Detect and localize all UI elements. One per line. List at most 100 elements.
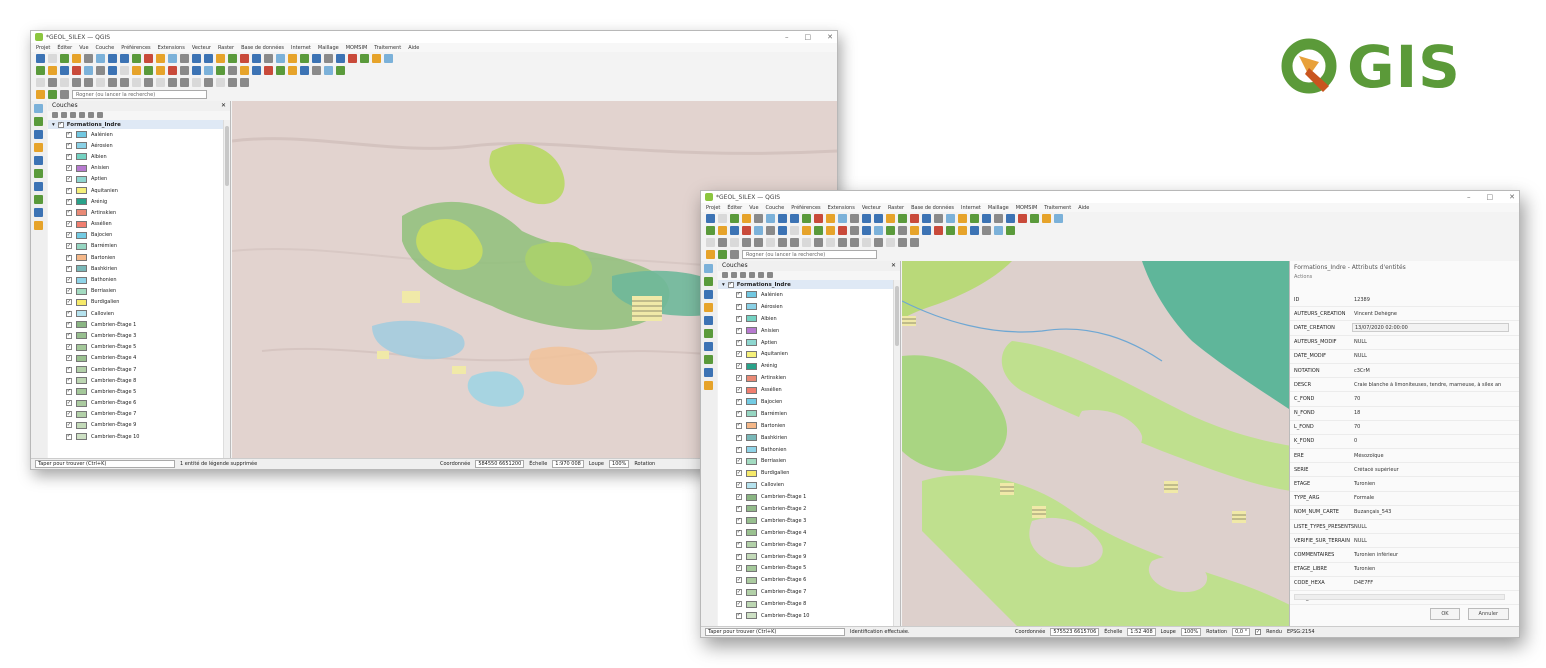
layer-checkbox[interactable]: ✓	[66, 400, 72, 407]
add-vector-layer-icon[interactable]	[34, 104, 43, 113]
cancel-button[interactable]: Annuler	[1467, 608, 1509, 620]
rotation-field[interactable]: 0,0 °	[1232, 628, 1251, 636]
attributes-hscrollbar[interactable]	[1294, 594, 1505, 600]
toolbar-button-icon[interactable]	[36, 77, 45, 87]
layer-checkbox[interactable]: ✓	[66, 411, 72, 418]
search-input[interactable]: Rogner (ou lancer la recherche)	[72, 89, 207, 99]
toolbar-button-icon[interactable]	[994, 225, 1003, 235]
toolbar-button-icon[interactable]	[814, 225, 823, 235]
layer-checkbox[interactable]: ✓	[736, 458, 742, 465]
toolbar-button-icon[interactable]	[132, 53, 141, 63]
layer-checkbox[interactable]: ✓	[736, 375, 742, 382]
map-canvas[interactable]	[902, 261, 1289, 626]
toolbar-button-icon[interactable]	[910, 213, 919, 223]
layer-item[interactable]: ✓ Aérosien	[718, 301, 900, 313]
menu-item[interactable]: Couche	[766, 205, 785, 211]
coordinate-field[interactable]: 575523 6615706	[1050, 628, 1100, 636]
menu-item[interactable]: Projet	[36, 45, 50, 51]
layer-checkbox[interactable]: ✓	[66, 165, 72, 172]
toolbar-button-icon[interactable]	[132, 65, 141, 75]
toolbar-button-icon[interactable]	[108, 65, 117, 75]
layer-item[interactable]: ✓ Anisien	[48, 163, 230, 174]
toolbar-button-icon[interactable]	[862, 225, 871, 235]
toolbar-button-icon[interactable]	[276, 53, 285, 63]
attribute-value[interactable]: NULL	[1352, 538, 1519, 544]
toolbar-button-icon[interactable]	[790, 225, 799, 235]
toolbar-button-icon[interactable]	[108, 77, 117, 87]
toolbar-button-icon[interactable]	[120, 65, 129, 75]
toolbar-button-icon[interactable]	[264, 65, 273, 75]
menu-item[interactable]: Aide	[408, 45, 419, 51]
attribute-value[interactable]: 0	[1352, 438, 1519, 444]
toolbar-button-icon[interactable]	[192, 77, 201, 87]
toolbar-button-icon[interactable]	[718, 237, 727, 247]
toolbar-button-icon[interactable]	[706, 237, 715, 247]
layer-checkbox[interactable]: ✓	[66, 153, 72, 160]
toolbar-button-icon[interactable]	[60, 65, 69, 75]
toolbar-button-icon[interactable]	[1042, 213, 1051, 223]
minimize-icon[interactable]: –	[785, 33, 789, 41]
toolbar-button-icon[interactable]	[108, 53, 117, 63]
layer-item[interactable]: ✓ Cambrien-Étage 7	[48, 409, 230, 420]
layer-item[interactable]: ✓ Aérosien	[48, 140, 230, 151]
tools-icon[interactable]	[60, 89, 69, 99]
toolbar-button-icon[interactable]	[742, 237, 751, 247]
toolbar-button-icon[interactable]	[778, 213, 787, 223]
layer-item[interactable]: ✓ Callovien	[718, 479, 900, 491]
layer-item[interactable]: ✓ Aptien	[48, 174, 230, 185]
layer-checkbox[interactable]: ✓	[66, 377, 72, 384]
toolbar-button-icon[interactable]	[874, 213, 883, 223]
layer-item[interactable]: ✓ Bartonien	[718, 420, 900, 432]
layer-checkbox[interactable]: ✓	[736, 612, 742, 619]
toolbar-button-icon[interactable]	[898, 237, 907, 247]
layer-checkbox[interactable]: ✓	[66, 243, 72, 250]
menu-item[interactable]: Vue	[79, 45, 88, 51]
toolbar-button-icon[interactable]	[958, 213, 967, 223]
layers-scrollbar[interactable]	[893, 280, 900, 626]
plugin-icon[interactable]	[36, 89, 45, 99]
menu-item[interactable]: Internet	[291, 45, 311, 51]
menu-item[interactable]: Base de données	[911, 205, 954, 211]
toolbar-button-icon[interactable]	[730, 237, 739, 247]
layer-item[interactable]: ✓ Cambrien-Étage 9	[718, 551, 900, 563]
layer-checkbox[interactable]: ✓	[66, 321, 72, 328]
menu-item[interactable]: Couche	[96, 45, 115, 51]
layer-item[interactable]: ✓ Cambrien-Étage 3	[48, 330, 230, 341]
chevron-down-icon[interactable]: ▾	[722, 282, 725, 288]
layer-item[interactable]: ✓ Aalénien	[718, 289, 900, 301]
menu-item[interactable]: Vecteur	[862, 205, 881, 211]
toolbar-button-icon[interactable]	[60, 77, 69, 87]
toolbar-button-icon[interactable]	[850, 225, 859, 235]
layer-item[interactable]: ✓ Artinskien	[48, 207, 230, 218]
menu-item[interactable]: Extensions	[158, 45, 185, 51]
toolbar-button-icon[interactable]	[312, 53, 321, 63]
menu-item[interactable]: Raster	[218, 45, 234, 51]
toolbar-button-icon[interactable]	[168, 65, 177, 75]
scale-field[interactable]: 1:52 408	[1127, 628, 1156, 636]
layer-checkbox[interactable]: ✓	[66, 355, 72, 362]
toolbar-button-icon[interactable]	[48, 65, 57, 75]
toolbar-button-icon[interactable]	[874, 237, 883, 247]
add-virtual-layer-icon[interactable]	[34, 208, 43, 217]
toolbar-button-icon[interactable]	[96, 53, 105, 63]
toolbar-button-icon[interactable]	[120, 53, 129, 63]
layer-item[interactable]: ✓ Berriasien	[718, 455, 900, 467]
layer-group[interactable]: ▾ ✓ Formations_Indre	[48, 120, 230, 129]
toolbar-button-icon[interactable]	[216, 65, 225, 75]
panel-close-icon[interactable]: ✕	[221, 102, 226, 110]
layer-item[interactable]: ✓ Cambrien-Étage 2	[718, 503, 900, 515]
menu-item[interactable]: Aide	[1078, 205, 1089, 211]
layer-item[interactable]: ✓ Albien	[718, 313, 900, 325]
toolbar-button-icon[interactable]	[970, 213, 979, 223]
add-mesh-layer-icon[interactable]	[34, 130, 43, 139]
toolbar-button-icon[interactable]	[706, 225, 715, 235]
add-wfs-icon[interactable]	[34, 182, 43, 191]
remove-layer-icon[interactable]	[767, 272, 773, 278]
layer-checkbox[interactable]: ✓	[736, 327, 742, 334]
layer-checkbox[interactable]: ✓	[66, 344, 72, 351]
layer-item[interactable]: ✓ Barrémien	[718, 408, 900, 420]
layer-checkbox[interactable]: ✓	[66, 299, 72, 306]
add-postgis-icon[interactable]	[704, 316, 713, 325]
toolbar-button-icon[interactable]	[156, 77, 165, 87]
toolbar-button-icon[interactable]	[958, 225, 967, 235]
